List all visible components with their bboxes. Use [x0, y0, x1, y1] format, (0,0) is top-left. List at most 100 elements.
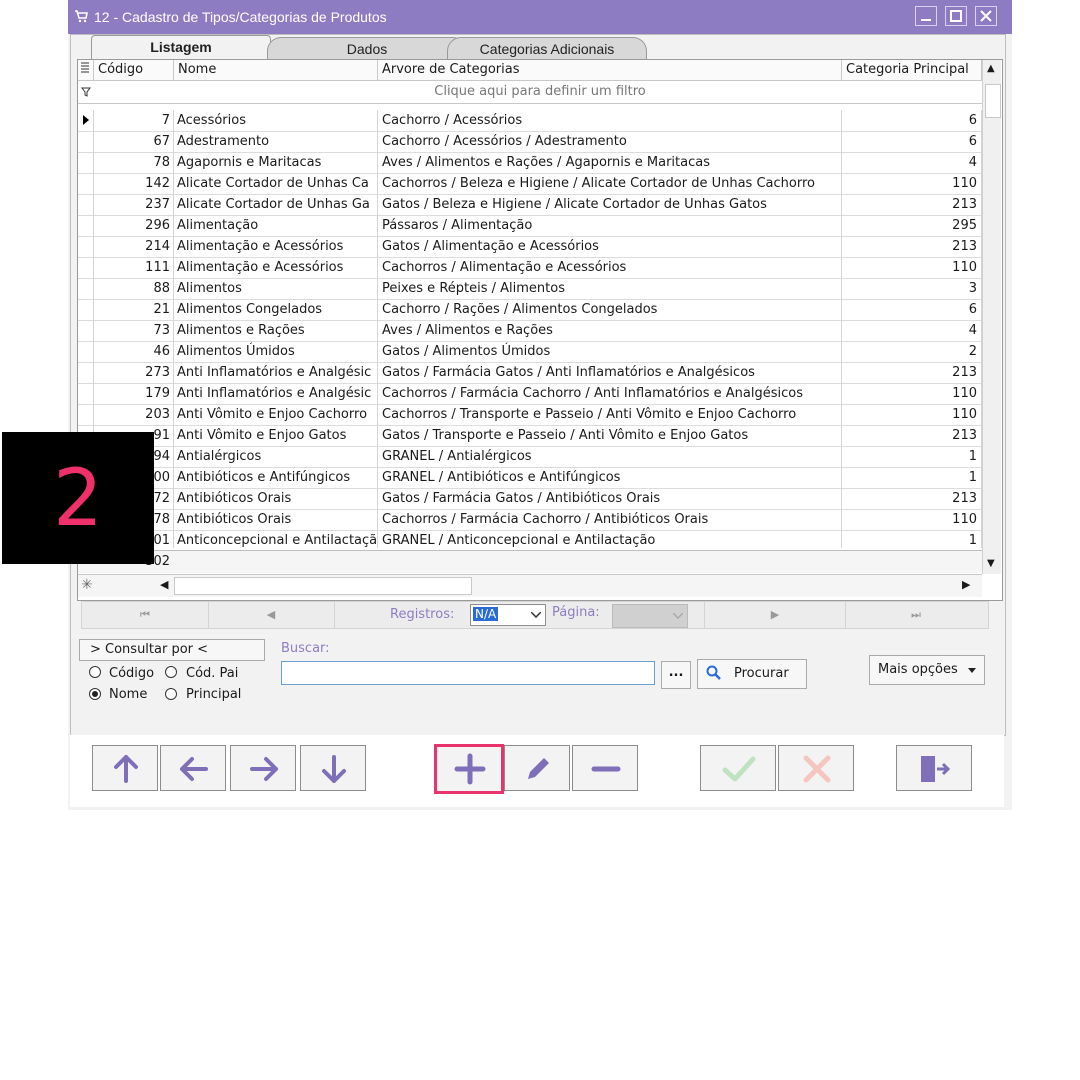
buscar-input[interactable] — [281, 661, 655, 685]
table-row[interactable]: 72 Antibióticos Orais Gatos / Farmácia Gat… — [78, 488, 982, 510]
table-row[interactable]: 00 Antibióticos e Antifúngicos GRANEL / An… — [78, 467, 982, 489]
ellipsis-button[interactable]: ... — [661, 661, 691, 689]
procurar-label: Procurar — [734, 666, 789, 681]
procurar-button[interactable]: Procurar — [697, 659, 807, 689]
scroll-thumb[interactable] — [985, 84, 1001, 118]
row-indicator — [78, 173, 94, 194]
maximize-button[interactable] — [945, 6, 967, 26]
consultar-por-button[interactable]: > Consultar por < — [79, 639, 265, 661]
delete-record-button[interactable] — [572, 745, 638, 791]
cancel-button[interactable] — [778, 745, 854, 791]
pagina-select[interactable] — [612, 604, 688, 628]
scroll-up-arrow-icon[interactable]: ▲ — [987, 63, 995, 74]
column-chooser-icon[interactable] — [78, 60, 94, 80]
cell-codigo: 21 — [94, 299, 174, 320]
arrow-down-icon — [322, 755, 346, 783]
table-row[interactable]: 78 Antibióticos Orais Cachorros / Farmácia… — [78, 509, 982, 531]
cell-nome: Anti Inflamatórios e Analgésic — [174, 362, 378, 383]
table-row[interactable]: 111 Alimentação e Acessórios Cachorros / A… — [78, 257, 982, 279]
arrow-right-icon — [250, 757, 278, 781]
radio-cod-pai-label: Cód. Pai — [186, 666, 239, 681]
cell-nome: Anti Vômito e Enjoo Gatos — [174, 425, 378, 446]
cell-arvore: Cachorros / Farmácia Cachorro / Antibiót… — [378, 509, 842, 530]
cell-codigo: 142 — [94, 173, 174, 194]
column-header-nome[interactable]: Nome — [174, 60, 378, 80]
grid-rows: 7 Acessórios Cachorro / Acessórios 6 67 Adest… — [78, 110, 982, 548]
table-row[interactable]: 273 Anti Inflamatórios e Analgésic Gatos /… — [78, 362, 982, 384]
tab-categorias-adicionais[interactable]: Categorias Adicionais — [447, 37, 647, 59]
cell-categoria-principal: 4 — [842, 320, 982, 341]
nav-next-button[interactable]: ▶ — [704, 602, 846, 628]
row-indicator — [78, 194, 94, 215]
add-record-button[interactable] — [434, 744, 504, 794]
table-row[interactable]: 73 Alimentos e Rações Aves / Alimentos e R… — [78, 320, 982, 342]
edit-record-button[interactable] — [504, 745, 570, 791]
table-row[interactable]: 214 Alimentação e Acessórios Gatos / Alime… — [78, 236, 982, 258]
scroll-down-arrow-icon[interactable]: ▼ — [987, 558, 995, 569]
table-row[interactable]: 01 Anticoncepcional e Antilactaçã GRANEL /… — [78, 530, 982, 548]
exit-button[interactable] — [896, 745, 972, 791]
table-row[interactable]: 78 Agapornis e Maritacas Aves / Alimentos … — [78, 152, 982, 174]
column-header-codigo[interactable]: Código — [94, 60, 174, 80]
nav-previous-button[interactable]: ◀ — [208, 602, 335, 628]
row-indicator — [78, 299, 94, 320]
column-header-arvore[interactable]: Arvore de Categorias — [378, 60, 842, 80]
tab-listagem[interactable]: Listagem — [91, 35, 271, 59]
cell-arvore: Gatos / Farmácia Gatos / Anti Inflamatór… — [378, 362, 842, 383]
nav-first-button[interactable]: ⏮ — [82, 602, 209, 628]
next-record-button[interactable] — [230, 745, 296, 791]
cell-nome: Antibióticos e Antifúngicos — [174, 467, 378, 488]
table-row[interactable]: 91 Anti Vômito e Enjoo Gatos Gatos / Trans… — [78, 425, 982, 447]
minimize-button[interactable] — [915, 6, 937, 26]
table-row[interactable]: 142 Alicate Cortador de Unhas Ca Cachorros… — [78, 173, 982, 195]
cell-nome: Alimentos e Rações — [174, 320, 378, 341]
cell-arvore: Cachorro / Rações / Alimentos Congelados — [378, 299, 842, 320]
table-row[interactable]: 7 Acessórios Cachorro / Acessórios 6 — [78, 110, 982, 132]
row-indicator — [78, 131, 94, 152]
table-row[interactable]: 88 Alimentos Peixes e Répteis / Alimentos 3 — [78, 278, 982, 300]
filter-hint: Clique aqui para definir um filtro — [434, 84, 646, 99]
tab-dados[interactable]: Dados — [267, 37, 467, 59]
cell-arvore: Aves / Alimentos e Rações / Agapornis e … — [378, 152, 842, 173]
cart-icon — [75, 10, 88, 23]
table-row[interactable]: 67 Adestramento Cachorro / Acessórios / Ad… — [78, 131, 982, 153]
vertical-scrollbar[interactable]: ▲ ▼ — [982, 60, 1001, 574]
pagina-label: Página: — [552, 605, 600, 620]
tab-bar: Listagem Dados Categorias Adicionais — [71, 35, 1005, 59]
confirm-button[interactable] — [700, 745, 776, 791]
cell-categoria-principal: 1 — [842, 467, 982, 488]
radio-codigo[interactable] — [89, 666, 101, 678]
cell-categoria-principal: 1 — [842, 446, 982, 467]
radio-cod-pai[interactable] — [165, 666, 177, 678]
horizontal-scrollbar[interactable]: ✳ ◀ ▶ — [78, 574, 982, 597]
cell-arvore: Peixes e Répteis / Alimentos — [378, 278, 842, 299]
radio-principal[interactable] — [165, 688, 177, 700]
cell-categoria-principal: 213 — [842, 488, 982, 509]
table-row[interactable]: 179 Anti Inflamatórios e Analgésic Cachorr… — [78, 383, 982, 405]
last-record-button[interactable] — [300, 745, 366, 791]
table-row[interactable]: 21 Alimentos Congelados Cachorro / Rações … — [78, 299, 982, 321]
column-header-categoria-principal[interactable]: Categoria Principal — [842, 60, 982, 80]
mais-opcoes-button[interactable]: Mais opções — [869, 655, 985, 685]
filter-icon — [81, 87, 91, 97]
scroll-thumb[interactable] — [174, 577, 472, 595]
first-record-button[interactable] — [92, 745, 158, 791]
scroll-left-arrow-icon[interactable]: ◀ — [160, 578, 168, 591]
cell-nome: Alimentos Úmidos — [174, 341, 378, 362]
table-row[interactable]: 94 Antialérgicos GRANEL / Antialérgicos 1 — [78, 446, 982, 468]
radio-nome[interactable] — [89, 688, 101, 700]
nav-last-button[interactable]: ⏭ — [844, 602, 988, 628]
table-row[interactable]: 237 Alicate Cortador de Unhas Ga Gatos / B… — [78, 194, 982, 216]
scroll-right-arrow-icon[interactable]: ▶ — [962, 578, 970, 591]
title-bar: 12 - Cadastro de Tipos/Categorias de Pro… — [68, 0, 1012, 34]
filter-row[interactable]: Clique aqui para definir um filtro — [78, 81, 982, 104]
registros-select[interactable]: N/A — [470, 604, 546, 626]
table-row[interactable]: 203 Anti Vômito e Enjoo Cachorro Cachorros… — [78, 404, 982, 426]
grid-footer: 302 — [78, 550, 982, 573]
row-indicator — [78, 257, 94, 278]
table-row[interactable]: 296 Alimentação Pássaros / Alimentação 295 — [78, 215, 982, 237]
table-row[interactable]: 46 Alimentos Úmidos Gatos / Alimentos Úmid… — [78, 341, 982, 363]
close-button[interactable] — [975, 6, 997, 26]
cell-codigo: 73 — [94, 320, 174, 341]
previous-record-button[interactable] — [160, 745, 226, 791]
